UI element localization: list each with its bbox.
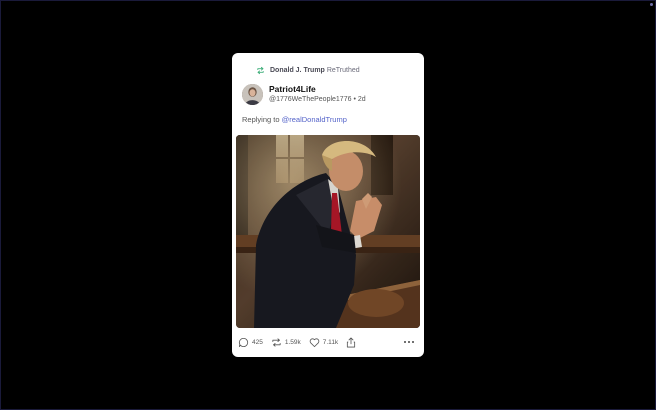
like-button[interactable]: 7.11k xyxy=(309,337,338,348)
handle-row: @1776WeThePeople1776 • 2d xyxy=(269,96,366,103)
retruth-count: 1.59k xyxy=(284,338,301,346)
retruth-author[interactable]: Donald J. Trump xyxy=(270,67,325,74)
reply-prefix: Replying to xyxy=(242,115,280,124)
reply-count: 425 xyxy=(252,338,263,346)
post-card[interactable]: Donald J. Trump ReTruthed Patriot4Life @… xyxy=(232,53,424,357)
corner-indicator xyxy=(650,3,653,6)
comment-icon xyxy=(238,337,249,347)
like-count: 7.11k xyxy=(322,338,339,346)
post-image[interactable] xyxy=(236,135,420,328)
share-button[interactable] xyxy=(346,337,359,348)
reply-target-link[interactable]: @realDonaldTrump xyxy=(282,115,347,124)
retruth-button[interactable]: 1.59k xyxy=(271,337,301,348)
share-icon xyxy=(347,337,356,347)
heart-icon xyxy=(309,337,320,347)
reply-button[interactable]: 425 xyxy=(238,337,263,348)
meta-separator: • xyxy=(353,96,356,103)
praying-man-image xyxy=(236,135,420,328)
reply-context: Replying to @realDonaldTrump xyxy=(242,115,347,124)
post-age[interactable]: 2d xyxy=(358,96,366,103)
retruth-banner: Donald J. Trump ReTruthed xyxy=(256,66,360,75)
retruth-icon xyxy=(272,337,281,347)
avatar[interactable] xyxy=(242,84,263,105)
avatar-image xyxy=(242,84,263,105)
more-dot-icon xyxy=(412,341,414,343)
more-dot-icon xyxy=(404,341,406,343)
more-options-button[interactable] xyxy=(404,341,414,343)
retruth-icon xyxy=(257,66,264,75)
retruth-label: ReTruthed xyxy=(326,67,360,74)
display-name[interactable]: Patriot4Life xyxy=(269,84,316,94)
user-handle[interactable]: @1776WeThePeople1776 xyxy=(269,96,351,103)
action-bar: 425 1.59k 7.11k xyxy=(238,335,418,349)
more-dot-icon xyxy=(408,341,410,343)
